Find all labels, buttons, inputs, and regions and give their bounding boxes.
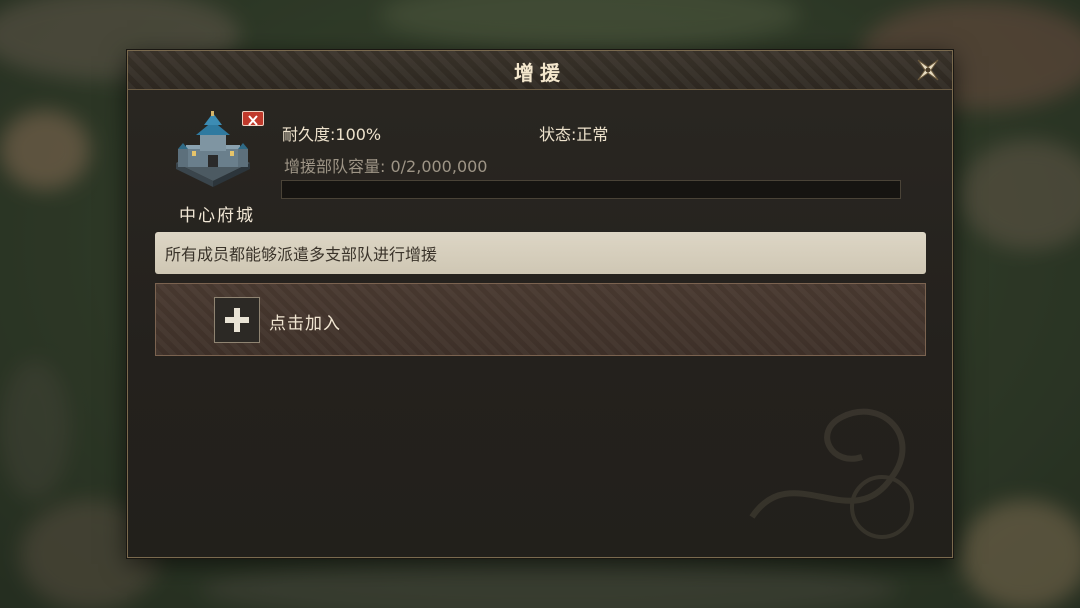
capacity-progress-bar [281, 180, 901, 199]
dialog-title: 增援 [514, 61, 566, 85]
remove-x-icon [248, 115, 258, 126]
join-label: 点击加入 [269, 314, 341, 334]
status-stat: 状态:正常 [539, 125, 609, 144]
reinforce-dialog: 增援 中心府城 耐久度:100% 状态:正常 增援部队容量: 0/2,000,0… [127, 50, 953, 558]
notice-banner: 所有成员都能够派遣多支部队进行增援 [155, 232, 926, 274]
plus-icon [214, 297, 260, 343]
dialog-title-bar: 增援 [128, 51, 952, 90]
capacity-stat: 增援部队容量: 0/2,000,000 [284, 157, 488, 176]
city-name: 中心府城 [179, 206, 255, 226]
close-button[interactable] [914, 56, 942, 84]
remove-city-button[interactable] [242, 111, 264, 126]
durability-stat: 耐久度:100% [282, 125, 382, 144]
close-x-icon [917, 59, 939, 81]
dragon-watermark-icon [749, 408, 914, 539]
join-reinforce-button[interactable]: 点击加入 [155, 283, 926, 356]
